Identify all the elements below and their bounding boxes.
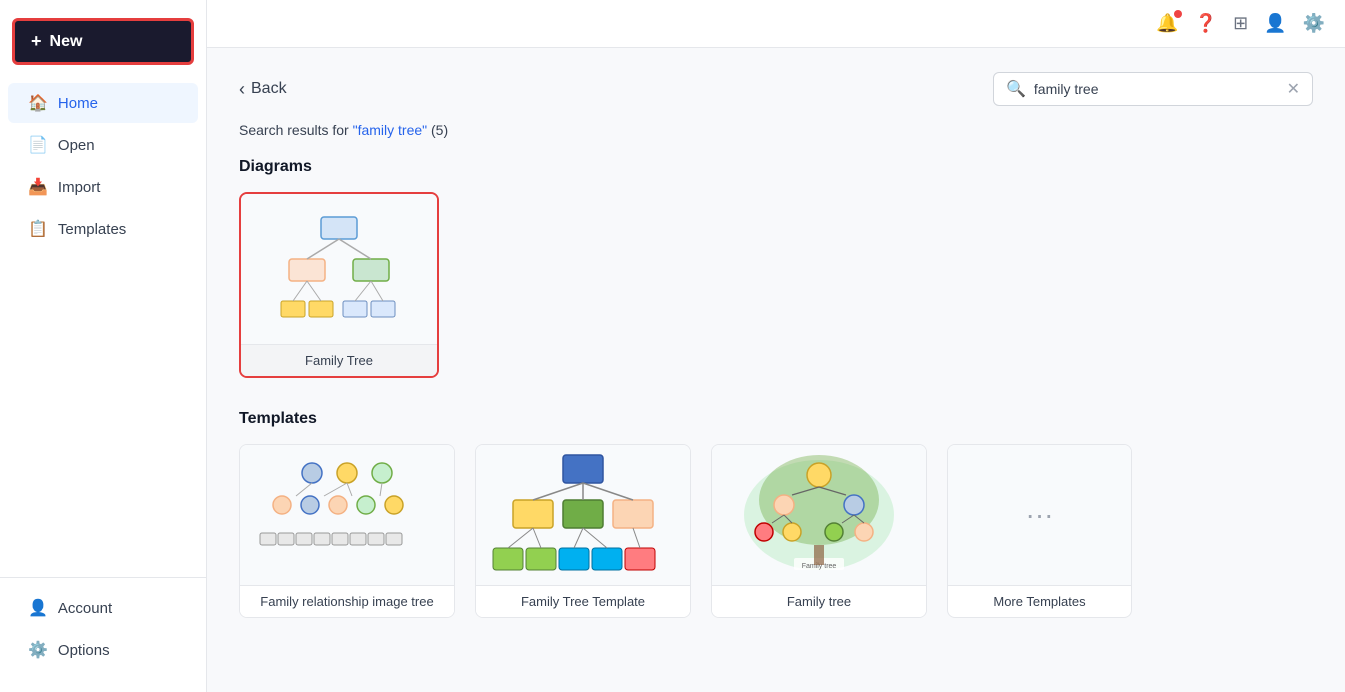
notification-icon[interactable]: 🔔 (1156, 13, 1178, 34)
sidebar-item-open-label: Open (58, 137, 95, 154)
sidebar-nav: 🏠 Home 📄 Open 📥 Import 📋 Templates (0, 81, 206, 577)
sidebar-item-templates-label: Templates (58, 221, 126, 238)
top-row: ‹ Back 🔍 ✕ (239, 72, 1313, 106)
new-button[interactable]: + New (12, 18, 194, 65)
home-icon: 🏠 (28, 93, 48, 113)
sidebar-item-open[interactable]: 📄 Open (8, 125, 198, 165)
sidebar-item-account[interactable]: 👤 Account (8, 588, 198, 628)
import-icon: 📥 (28, 177, 48, 197)
template-preview-family-rel (240, 445, 454, 585)
template-card-more[interactable]: ··· More Templates (947, 444, 1132, 618)
ellipsis-icon: ··· (1026, 499, 1054, 531)
chevron-left-icon: ‹ (239, 79, 245, 100)
family-rel-preview-svg (252, 455, 442, 575)
template-card-family-tree-label: Family tree (712, 585, 926, 617)
content-area: ‹ Back 🔍 ✕ Search results for "family tr… (207, 48, 1345, 692)
sidebar-item-import-label: Import (58, 179, 101, 196)
sidebar-item-home-label: Home (58, 95, 98, 112)
notification-dot (1174, 10, 1182, 18)
template-card-family-tree[interactable]: Family tree Family tree (711, 444, 927, 618)
template-card-family-tree-template[interactable]: Family Tree Template (475, 444, 691, 618)
template-preview-more: ··· (948, 445, 1131, 585)
sidebar-item-import[interactable]: 📥 Import (8, 167, 198, 207)
family-tree-preview-svg: Family tree (724, 450, 914, 580)
diagram-card-label: Family Tree (241, 344, 437, 376)
template-card-family-rel-label: Family relationship image tree (240, 585, 454, 617)
diagrams-grid: Family Tree (239, 192, 1313, 378)
sidebar-bottom: 👤 Account ⚙️ Options (0, 577, 206, 682)
results-count: (5) (431, 122, 448, 138)
sidebar-item-templates[interactable]: 📋 Templates (8, 209, 198, 249)
plus-icon: + (31, 31, 42, 52)
main-content: 🔔 ❓ ⊞ 👤 ⚙️ ‹ Back 🔍 ✕ Search results for (207, 0, 1345, 692)
results-prefix: Search results for (239, 122, 353, 138)
account-icon: 👤 (28, 598, 48, 618)
family-tree-diagram-preview (279, 209, 399, 329)
back-button[interactable]: ‹ Back (239, 79, 287, 100)
templates-icon: 📋 (28, 219, 48, 239)
sidebar-item-options[interactable]: ⚙️ Options (8, 630, 198, 670)
diagram-card-family-tree[interactable]: Family Tree (239, 192, 439, 378)
settings-icon[interactable]: ⚙️ (1303, 13, 1325, 34)
sidebar-item-options-label: Options (58, 642, 110, 659)
diagrams-heading: Diagrams (239, 158, 1313, 176)
templates-heading: Templates (239, 410, 1313, 428)
new-button-label: New (50, 33, 83, 51)
search-input[interactable] (1034, 81, 1279, 97)
template-preview-family-tree: Family tree (712, 445, 926, 585)
template-card-more-label: More Templates (948, 585, 1131, 617)
search-clear-icon[interactable]: ✕ (1287, 79, 1300, 99)
sidebar-item-account-label: Account (58, 600, 112, 617)
diagram-card-preview (241, 194, 437, 344)
search-box: 🔍 ✕ (993, 72, 1313, 106)
search-results-text: Search results for "family tree" (5) (239, 122, 1313, 138)
back-label: Back (251, 80, 287, 98)
help-icon[interactable]: ❓ (1195, 13, 1217, 34)
topbar-icons: 🔔 ❓ ⊞ 👤 ⚙️ (1156, 13, 1325, 34)
templates-grid: Family relationship image tree (239, 444, 1313, 618)
results-query: "family tree" (353, 122, 428, 138)
user-icon[interactable]: 👤 (1264, 13, 1286, 34)
sidebar: + New 🏠 Home 📄 Open 📥 Import 📋 Templates… (0, 0, 207, 692)
options-icon: ⚙️ (28, 640, 48, 660)
family-tree-template-preview-svg (488, 450, 678, 580)
template-preview-family-tree-template (476, 445, 690, 585)
template-card-family-tree-template-label: Family Tree Template (476, 585, 690, 617)
document-icon: 📄 (28, 135, 48, 155)
sidebar-item-home[interactable]: 🏠 Home (8, 83, 198, 123)
grid-icon[interactable]: ⊞ (1233, 13, 1248, 34)
search-icon: 🔍 (1006, 79, 1026, 99)
template-card-family-rel[interactable]: Family relationship image tree (239, 444, 455, 618)
topbar: 🔔 ❓ ⊞ 👤 ⚙️ (207, 0, 1345, 48)
